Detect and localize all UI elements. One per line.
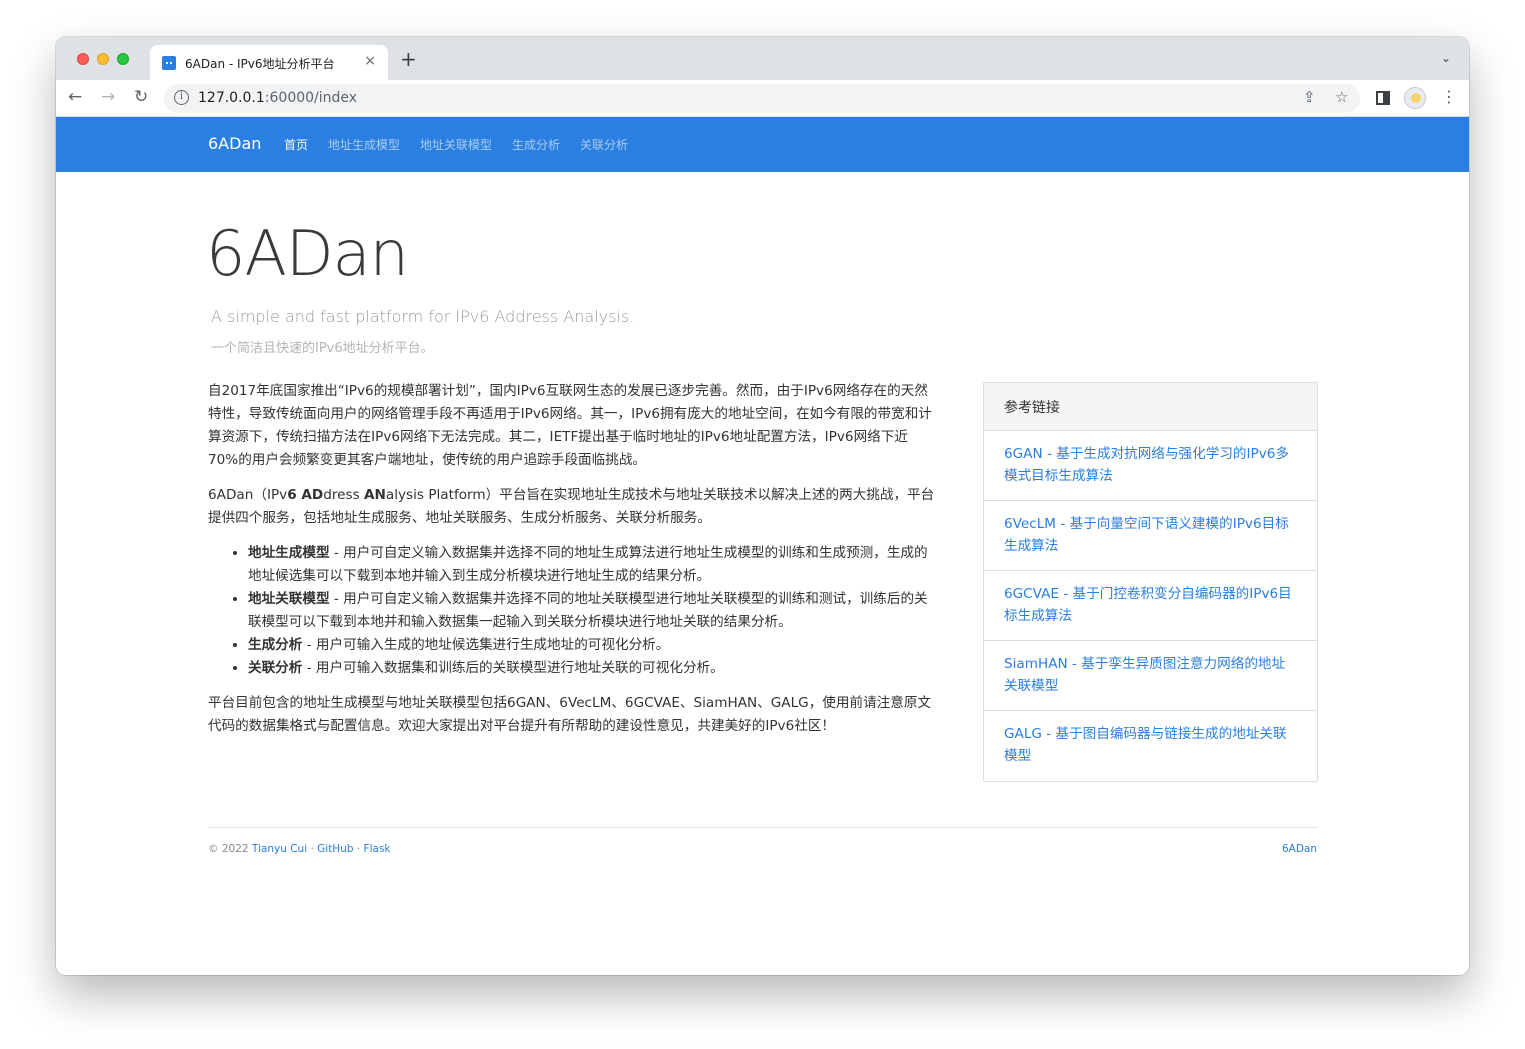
footer-credits: © 2022 Tianyu Cui · GitHub · Flask [208,843,391,855]
back-icon[interactable]: ← [68,87,82,107]
list-item: 地址关联模型 - 用户可自定义输入数据集并选择不同的地址关联模型进行地址关联模型… [248,588,938,634]
reference-link-siamhan[interactable]: SiamHAN - 基于孪生异质图注意力网络的地址关联模型 [984,641,1317,711]
close-window-button[interactable] [77,53,89,65]
list-item-desc: - 用户可输入生成的地址候选集进行生成地址的可视化分析。 [302,637,670,653]
para2-bold-ad: 6 AD [287,487,324,503]
tab-strip: 6ADan - IPv6地址分析平台 × + ⌄ [56,37,1469,80]
intro-paragraph-3: 平台目前包含的地址生成模型与地址关联模型包括6GAN、6VecLM、6GCVAE… [208,695,932,734]
nav-item-address-generation-model[interactable]: 地址生成模型 [328,136,400,153]
bookmark-star-icon[interactable]: ☆ [1335,88,1348,106]
new-tab-button[interactable]: + [400,49,417,69]
service-list: 地址生成模型 - 用户可自定义输入数据集并选择不同的地址生成算法进行地址生成模型… [248,542,938,680]
navbar-brand[interactable]: 6ADan [208,134,261,153]
list-item: 关联分析 - 用户可输入数据集和训练后的关联模型进行地址关联的可视化分析。 [248,657,938,680]
profile-avatar[interactable] [1404,87,1426,109]
lead-chinese: 一个简洁且快速的IPv6地址分析平台。 [211,341,434,356]
list-item-desc: - 用户可自定义输入数据集并选择不同的地址关联模型进行地址关联模型的训练和测试，… [248,591,928,630]
nav-item-address-correlation-model[interactable]: 地址关联模型 [420,136,492,153]
para2-text-a: 6ADan（IPv [208,487,288,503]
reference-link-6gcvae[interactable]: 6GCVAE - 基于门控卷积变分自编码器的IPv6目标生成算法 [984,571,1317,641]
browser-toolbar: ← → ↻ i 127.0.0.1:60000/index ⇪ ☆ ⋮ [56,80,1469,117]
lead-english: A simple and fast platform for IPv6 Addr… [211,307,635,326]
forward-icon[interactable]: → [101,87,115,107]
intro-paragraph-1: 自2017年底国家推出“IPv6的规模部署计划”，国内IPv6互联网生态的发展已… [208,383,932,468]
flask-link[interactable]: Flask [364,843,391,855]
footer-divider [208,827,1318,828]
reference-link-6veclm[interactable]: 6VecLM - 基于向量空间下语义建模的IPv6目标生成算法 [984,501,1317,571]
list-item: 地址生成模型 - 用户可自定义输入数据集并选择不同的地址生成算法进行地址生成模型… [248,542,938,588]
nav-item-correlation-analysis[interactable]: 关联分析 [580,136,628,153]
list-item-desc: - 用户可输入数据集和训练后的关联模型进行地址关联的可视化分析。 [302,660,724,676]
footer-brand-link[interactable]: 6ADan [1282,843,1317,855]
author-link[interactable]: Tianyu Cui [252,843,307,855]
minimize-window-button[interactable] [97,53,109,65]
url-path: :60000/index [264,90,358,106]
reference-link-galg[interactable]: GALG - 基于图自编码器与链接生成的地址关联模型 [984,711,1317,781]
reload-icon[interactable]: ↻ [134,87,148,107]
copyright-text: © 2022 [208,843,252,855]
reference-links-panel: 参考链接 6GAN - 基于生成对抗网络与强化学习的IPv6多模式目标生成算法 … [983,382,1318,782]
panel-heading: 参考链接 [984,383,1317,431]
list-item-term: 地址生成模型 [248,545,330,561]
site-info-icon[interactable]: i [174,90,189,105]
favicon-icon [162,56,176,70]
address-bar[interactable]: i 127.0.0.1:60000/index [164,84,1360,113]
tab-title: 6ADan - IPv6地址分析平台 [185,57,335,71]
page-viewport: 6ADan 首页 地址生成模型 地址关联模型 生成分析 关联分析 6ADan A… [56,117,1469,975]
browser-window: 6ADan - IPv6地址分析平台 × + ⌄ ← → ↻ i 127.0.0… [56,37,1469,975]
list-item-term: 地址关联模型 [248,591,330,607]
maximize-window-button[interactable] [117,53,129,65]
browser-tab[interactable]: 6ADan - IPv6地址分析平台 × [150,45,388,80]
site-navbar: 6ADan 首页 地址生成模型 地址关联模型 生成分析 关联分析 [56,117,1469,172]
intro-paragraph-2: 6ADan（IPv6 ADdress ANalysis Platform）平台旨… [208,484,938,530]
page-title: 6ADan [206,217,409,290]
list-item-term: 生成分析 [248,637,303,653]
tab-search-icon[interactable]: ⌄ [1441,51,1451,65]
para2-bold-an: AN [364,487,386,503]
footer-separator: · [353,843,364,855]
nav-item-generation-analysis[interactable]: 生成分析 [512,136,560,153]
close-tab-icon[interactable]: × [364,53,376,69]
para2-text-c: dress [323,487,364,503]
url-host: 127.0.0.1 [198,90,265,106]
nav-item-home[interactable]: 首页 [284,136,308,153]
browser-menu-icon[interactable]: ⋮ [1441,88,1457,106]
list-item-desc: - 用户可自定义输入数据集并选择不同的地址生成算法进行地址生成模型的训练和生成预… [248,545,928,584]
intro-content: 自2017年底国家推出“IPv6的规模部署计划”，国内IPv6互联网生态的发展已… [208,380,938,750]
share-icon[interactable]: ⇪ [1303,88,1316,106]
url-text[interactable]: 127.0.0.1:60000/index [198,90,357,106]
reference-link-6gan[interactable]: 6GAN - 基于生成对抗网络与强化学习的IPv6多模式目标生成算法 [984,431,1317,501]
list-item-term: 关联分析 [248,660,303,676]
list-item: 生成分析 - 用户可输入生成的地址候选集进行生成地址的可视化分析。 [248,634,938,657]
github-link[interactable]: GitHub [317,843,353,855]
footer-separator: · [307,843,318,855]
side-panel-icon[interactable] [1376,91,1390,105]
